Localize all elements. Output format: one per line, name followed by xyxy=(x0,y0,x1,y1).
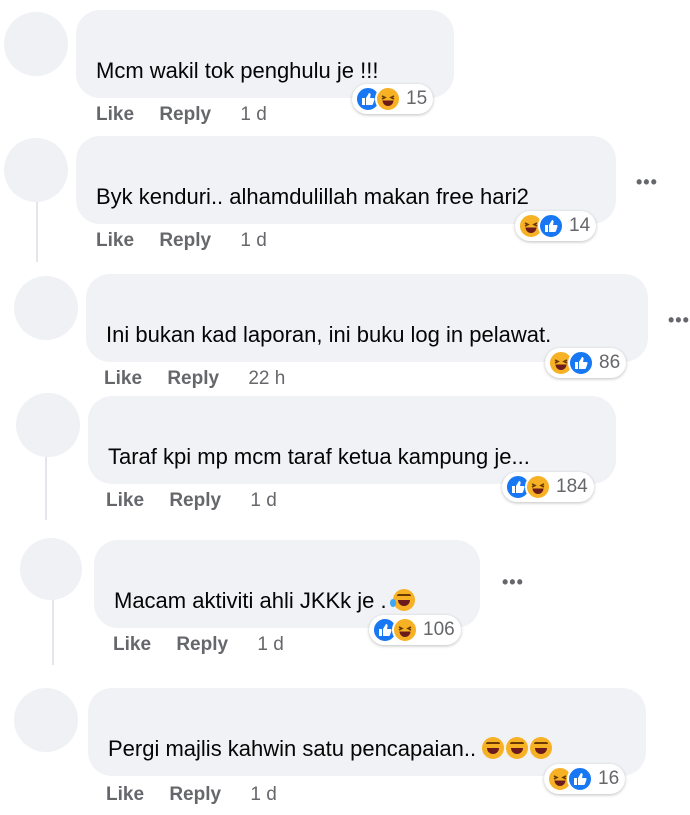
comment-text: Mcm wakil tok penghulu je !!! xyxy=(96,58,379,83)
avatar[interactable] xyxy=(14,688,78,752)
comment-actions: Like Reply 1 d xyxy=(106,784,277,806)
like-button[interactable]: Like xyxy=(96,230,134,251)
timestamp[interactable]: 1 d xyxy=(240,230,266,251)
reaction-count: 184 xyxy=(556,476,588,497)
comment-bubble: Pergi majlis kahwin satu pencapaian.. xyxy=(88,688,646,776)
thumbs-up-icon xyxy=(567,766,593,792)
laughing-face-icon xyxy=(375,86,401,112)
reply-button[interactable]: Reply xyxy=(176,634,228,655)
comment-text: Ini bukan kad laporan, ini buku log in p… xyxy=(106,322,552,347)
laughing-tears-icon xyxy=(530,737,553,759)
laughing-tears-icon xyxy=(389,589,415,611)
avatar[interactable] xyxy=(16,393,80,457)
reaction-summary[interactable]: 184 xyxy=(502,472,594,502)
comment-text-content: Macam aktiviti ahli JKKk je . xyxy=(114,588,387,613)
like-button[interactable]: Like xyxy=(96,104,134,125)
comment-text: Macam aktiviti ahli JKKk je . xyxy=(114,588,415,614)
laughing-tears-icon xyxy=(506,737,529,759)
comment-actions: Like Reply 1 d xyxy=(106,490,277,512)
reaction-summary[interactable]: 86 xyxy=(545,348,627,378)
timestamp[interactable]: 22 h xyxy=(248,368,285,389)
like-button[interactable]: Like xyxy=(106,490,144,511)
reaction-summary[interactable]: 16 xyxy=(544,764,626,794)
reaction-count: 15 xyxy=(406,88,428,109)
comment-actions: Like Reply 1 d xyxy=(96,104,267,126)
laughing-face-icon xyxy=(525,474,551,500)
like-button[interactable]: Like xyxy=(104,368,142,389)
comment-actions: Like Reply 1 d xyxy=(96,230,267,252)
thread-line xyxy=(52,595,54,665)
avatar[interactable] xyxy=(4,12,68,76)
timestamp[interactable]: 1 d xyxy=(257,634,283,655)
reply-button[interactable]: Reply xyxy=(167,368,219,389)
reply-button[interactable]: Reply xyxy=(159,104,211,125)
comment-bubble: Taraf kpi mp mcm taraf ketua kampung je.… xyxy=(88,396,616,484)
reaction-summary[interactable]: 15 xyxy=(352,84,434,114)
more-options-icon[interactable]: ••• xyxy=(636,172,658,193)
reply-button[interactable]: Reply xyxy=(169,784,221,805)
laughing-tears-icon xyxy=(482,737,505,759)
comment-text: Pergi majlis kahwin satu pencapaian.. xyxy=(108,736,553,762)
reaction-count: 106 xyxy=(423,619,455,640)
timestamp[interactable]: 1 d xyxy=(240,104,266,125)
avatar[interactable] xyxy=(20,538,82,600)
reply-button[interactable]: Reply xyxy=(169,490,221,511)
reaction-summary[interactable]: 14 xyxy=(515,211,597,241)
like-button[interactable]: Like xyxy=(113,634,151,655)
comment-text-content: Pergi majlis kahwin satu pencapaian.. xyxy=(108,736,477,761)
timestamp[interactable]: 1 d xyxy=(250,490,276,511)
like-button[interactable]: Like xyxy=(106,784,144,805)
comment-actions: Like Reply 1 d xyxy=(113,634,284,656)
timestamp[interactable]: 1 d xyxy=(250,784,276,805)
comment-text: Byk kenduri.. alhamdulillah makan free h… xyxy=(96,184,529,209)
more-options-icon[interactable]: ••• xyxy=(668,310,690,331)
reaction-count: 16 xyxy=(598,768,620,789)
reaction-count: 86 xyxy=(599,352,621,373)
more-options-icon[interactable]: ••• xyxy=(502,572,524,593)
avatar[interactable] xyxy=(4,138,68,202)
reaction-summary[interactable]: 106 xyxy=(369,615,461,645)
laughing-face-icon xyxy=(392,617,418,643)
thumbs-up-icon xyxy=(538,213,564,239)
thread-line xyxy=(36,200,38,262)
comment-actions: Like Reply 22 h xyxy=(104,368,285,390)
reaction-count: 14 xyxy=(569,215,591,236)
comment-text: Taraf kpi mp mcm taraf ketua kampung je.… xyxy=(108,444,530,469)
reply-button[interactable]: Reply xyxy=(159,230,211,251)
avatar[interactable] xyxy=(14,276,78,340)
thumbs-up-icon xyxy=(568,350,594,376)
